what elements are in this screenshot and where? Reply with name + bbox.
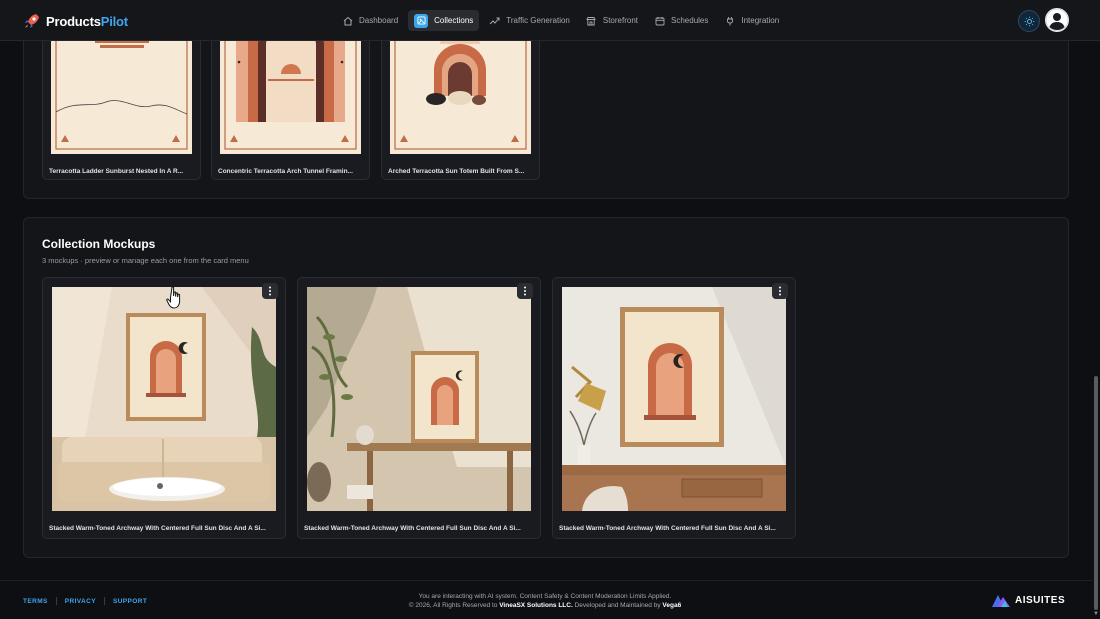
living-room-mockup: [52, 287, 276, 511]
nav-schedules[interactable]: Schedules: [648, 10, 714, 31]
trend-icon: [489, 15, 500, 26]
aisuites-logo-icon: [992, 595, 1010, 607]
footer-notice: You are interacting with AI system. Cont…: [300, 592, 790, 610]
card-menu-button[interactable]: [262, 283, 278, 299]
terms-link[interactable]: TERMS: [23, 598, 48, 605]
collection-mockups-panel: Collection Mockups 3 mockups · preview o…: [23, 217, 1069, 558]
mockup-card[interactable]: Stacked Warm-Toned Archway With Centered…: [42, 277, 286, 539]
nav-dashboard[interactable]: Dashboard: [336, 10, 404, 31]
aisuites-brand[interactable]: AISUITES: [991, 593, 1065, 608]
footer-divider: [55, 597, 57, 605]
sun-icon: [1024, 16, 1034, 26]
nav-collections[interactable]: Collections: [408, 10, 480, 31]
mockup-image: [307, 287, 531, 511]
kebab-menu-icon: [779, 286, 781, 296]
plug-icon: [724, 15, 735, 26]
nav-storefront[interactable]: Storefront: [580, 10, 644, 31]
brand-logo-link[interactable]: ProductsPilot: [23, 10, 128, 32]
mockup-card[interactable]: Stacked Warm-Toned Archway With Centered…: [297, 277, 541, 539]
main-nav: Dashboard Collections Traffic Generation…: [336, 10, 785, 31]
kebab-menu-icon: [524, 286, 526, 296]
user-avatar-icon: [1045, 8, 1069, 32]
home-icon: [342, 15, 353, 26]
brand-name: ProductsPilot: [46, 13, 128, 29]
mockup-title: Stacked Warm-Toned Archway With Centered…: [559, 525, 776, 532]
design-title: Concentric Terracotta Arch Tunnel Framin…: [218, 168, 353, 175]
nav-traffic-generation[interactable]: Traffic Generation: [483, 10, 576, 31]
kebab-menu-icon: [269, 286, 271, 296]
desk-mockup: [562, 287, 786, 511]
card-menu-button[interactable]: [517, 283, 533, 299]
scroll-thumb[interactable]: [1094, 376, 1098, 610]
aisuites-brand-text: AISUITES: [1015, 595, 1066, 606]
user-avatar-button[interactable]: [1045, 8, 1069, 32]
footer-links: TERMS PRIVACY SUPPORT: [23, 597, 147, 605]
calendar-icon: [654, 15, 665, 26]
ai-disclaimer: You are interacting with AI system. Cont…: [418, 593, 672, 600]
mockup-image: [52, 287, 276, 511]
design-title: Terracotta Ladder Sunburst Nested In A R…: [49, 168, 184, 175]
section-title: Collection Mockups: [42, 237, 156, 251]
hand-pointer-cursor-icon: [166, 286, 181, 309]
console-table-mockup: [307, 287, 531, 511]
page-footer: TERMS PRIVACY SUPPORT You are interactin…: [0, 580, 1100, 619]
privacy-link[interactable]: PRIVACY: [65, 598, 96, 605]
rocket-logo-icon: [25, 14, 39, 28]
mockup-image: [562, 287, 786, 511]
copyright: © 2026, All Rights Reserved to VineaSX S…: [408, 602, 682, 609]
top-navigation-bar: ProductsPilot Dashboard Collections Traf…: [0, 0, 1100, 41]
mockup-title: Stacked Warm-Toned Archway With Centered…: [49, 525, 266, 532]
card-menu-button[interactable]: [772, 283, 788, 299]
footer-divider: [103, 597, 105, 605]
scroll-down-arrow-icon[interactable]: ▼: [1093, 611, 1099, 617]
support-link[interactable]: SUPPORT: [113, 598, 147, 605]
page-scrollbar[interactable]: ▲ ▼: [1092, 0, 1100, 619]
mockup-title: Stacked Warm-Toned Archway With Centered…: [304, 525, 521, 532]
theme-toggle-button[interactable]: [1018, 10, 1040, 32]
collections-icon: [414, 13, 429, 28]
nav-integration[interactable]: Integration: [718, 10, 785, 31]
store-icon: [586, 15, 597, 26]
design-title: Arched Terracotta Sun Totem Built From S…: [388, 168, 525, 175]
mockup-card[interactable]: Stacked Warm-Toned Archway With Centered…: [552, 277, 796, 539]
section-subtitle: 3 mockups · preview or manage each one f…: [42, 256, 249, 265]
